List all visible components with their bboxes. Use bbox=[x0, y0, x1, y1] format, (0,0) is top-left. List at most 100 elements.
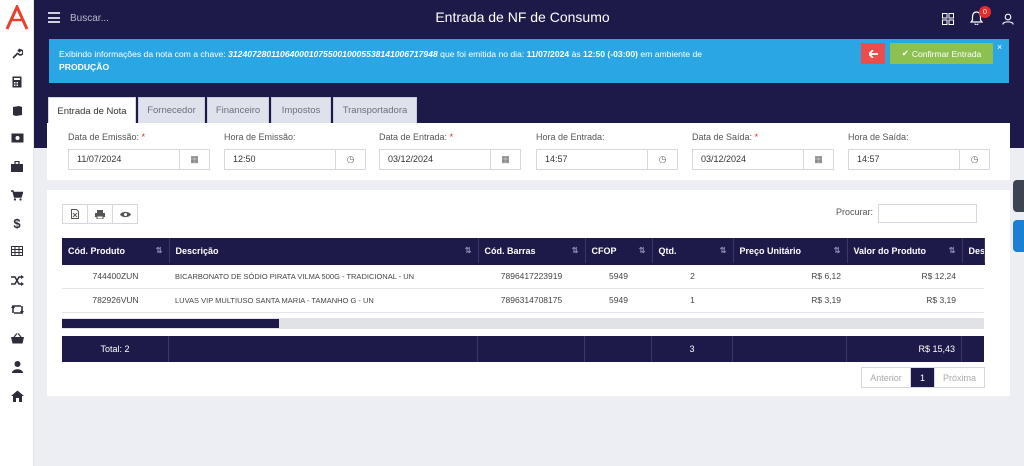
product-code: 782926VUN bbox=[62, 288, 169, 313]
alert-text-2: às bbox=[569, 49, 584, 59]
home-icon[interactable] bbox=[0, 386, 34, 406]
calculator-icon[interactable] bbox=[0, 72, 34, 92]
total-qty: 3 bbox=[652, 336, 733, 362]
logo-icon bbox=[5, 5, 29, 30]
sort-icon: ⇅ bbox=[638, 246, 646, 255]
confirm-entry-button[interactable]: ✔ Confirmar Entrada bbox=[890, 43, 993, 64]
tab-fornecedor[interactable]: Fornecedor bbox=[138, 97, 205, 123]
money-icon[interactable] bbox=[0, 128, 34, 148]
app-logo[interactable] bbox=[0, 0, 34, 36]
back-button[interactable] bbox=[861, 43, 885, 64]
search-label: Procurar: bbox=[836, 207, 874, 217]
field-label: Data de Saída: * bbox=[692, 132, 759, 142]
product-total: R$ 12,24 bbox=[847, 263, 962, 289]
emission-date-input[interactable]: 11/07/2024 ▦ bbox=[68, 149, 210, 170]
info-alert: Exibindo informações da nota com a chave… bbox=[49, 39, 1009, 83]
apps-grid-icon[interactable] bbox=[942, 12, 954, 25]
alert-prefix: Exibindo informações da nota com a chave… bbox=[59, 49, 229, 59]
basket-icon[interactable] bbox=[0, 328, 34, 348]
side-panel-toggle[interactable] bbox=[1013, 180, 1024, 212]
product-qty: 2 bbox=[652, 263, 733, 289]
tab-transportadora[interactable]: Transportadora bbox=[333, 97, 417, 123]
calendar-icon[interactable]: ▦ bbox=[803, 150, 833, 169]
pagination-page[interactable]: 1 bbox=[911, 368, 935, 387]
eye-icon[interactable] bbox=[113, 205, 137, 223]
column-header[interactable]: Qtd. ⇅ bbox=[652, 238, 734, 264]
arrow-left-icon bbox=[868, 49, 878, 58]
shuffle-icon[interactable] bbox=[0, 270, 34, 290]
pagination: Anterior 1 Próxima bbox=[861, 367, 985, 388]
table-row[interactable]: 744400ZUN BICARBONATO DE SÓDIO PIRATA VI… bbox=[62, 263, 984, 289]
pagination-next[interactable]: Próxima bbox=[935, 368, 984, 387]
confirm-entry-label: Confirmar Entrada bbox=[911, 48, 982, 59]
table-header-row: Cód. Produto ⇅ Descrição ⇅ Cód. Barras ⇅ CF… bbox=[62, 238, 985, 264]
book-icon[interactable] bbox=[0, 100, 34, 120]
product-description: LUVAS VIP MULTIUSO SANTA MARIA - TAMANHO… bbox=[169, 288, 478, 313]
table-search-input[interactable] bbox=[878, 204, 977, 223]
alert-text-3: em ambiente de bbox=[637, 49, 702, 59]
cart-icon[interactable] bbox=[0, 185, 34, 205]
field-label: Data de Entrada: * bbox=[379, 132, 454, 142]
product-barcode: 7896314708175 bbox=[478, 288, 585, 313]
column-header[interactable]: Valor do Produto ⇅ bbox=[847, 238, 963, 264]
table-row[interactable]: 782926VUN LUVAS VIP MULTIUSO SANTA MARIA… bbox=[62, 288, 984, 313]
menu-toggle-icon[interactable] bbox=[48, 12, 60, 23]
column-header[interactable]: Cód. Produto ⇅ bbox=[62, 238, 170, 264]
column-header[interactable]: Cód. Barras ⇅ bbox=[478, 238, 586, 264]
totals-row: Total: 2 3 R$ 15,43 bbox=[62, 336, 984, 362]
column-header[interactable]: Des bbox=[962, 238, 985, 264]
tab-financeiro[interactable]: Financeiro bbox=[207, 97, 269, 123]
product-code: 744400ZUN bbox=[62, 263, 169, 289]
alert-message: Exibindo informações da nota com a chave… bbox=[59, 48, 749, 74]
table-icon[interactable] bbox=[0, 241, 34, 261]
clock-icon[interactable]: ◷ bbox=[335, 150, 365, 169]
alert-close-icon[interactable]: × bbox=[997, 42, 1007, 52]
totals-empty-cell bbox=[169, 336, 478, 362]
sort-icon: ⇅ bbox=[155, 246, 163, 255]
wrench-icon[interactable] bbox=[0, 44, 34, 64]
exit-date-input[interactable]: 03/12/2024 ▦ bbox=[692, 149, 834, 170]
top-bar: Entrada de NF de Consumo 0 bbox=[34, 0, 1024, 36]
check-icon: ✔ bbox=[901, 48, 909, 58]
entry-time-input[interactable]: 14:57 ◷ bbox=[536, 149, 678, 170]
emission-time: 12:50 (-03:00) bbox=[583, 49, 638, 59]
product-total: R$ 3,19 bbox=[847, 288, 962, 313]
scrollbar-thumb[interactable] bbox=[62, 319, 279, 328]
column-header[interactable]: Preço Unitário ⇅ bbox=[733, 238, 848, 264]
print-icon[interactable] bbox=[88, 205, 113, 223]
exit-time-input[interactable]: 14:57 ◷ bbox=[848, 149, 990, 170]
search-input[interactable] bbox=[70, 9, 270, 27]
dollar-icon[interactable]: $ bbox=[0, 213, 34, 233]
totals-empty-cell bbox=[733, 336, 847, 362]
calendar-icon[interactable]: ▦ bbox=[179, 150, 209, 169]
briefcase-icon[interactable] bbox=[0, 156, 34, 176]
notification-badge[interactable]: 0 bbox=[979, 6, 991, 18]
column-header[interactable]: CFOP ⇅ bbox=[585, 238, 653, 264]
side-panel-toggle[interactable] bbox=[1013, 220, 1024, 252]
tab-entrada-de-nota[interactable]: Entrada de Nota bbox=[48, 97, 136, 124]
alert-text-1: que foi emitida no dia: bbox=[437, 49, 527, 59]
sort-icon: ⇅ bbox=[833, 246, 841, 255]
totals-empty-cell bbox=[585, 336, 652, 362]
product-discount bbox=[962, 288, 984, 313]
field-label: Hora de Entrada: bbox=[536, 132, 605, 142]
product-cfop: 5949 bbox=[585, 288, 652, 313]
emission-time-input[interactable]: 12:50 ◷ bbox=[224, 149, 366, 170]
retweet-icon[interactable] bbox=[0, 299, 34, 319]
clock-icon[interactable]: ◷ bbox=[647, 150, 677, 169]
tab-impostos[interactable]: Impostos bbox=[271, 97, 331, 123]
user-menu-icon[interactable] bbox=[1002, 12, 1014, 25]
excel-export-icon[interactable] bbox=[63, 205, 88, 223]
clock-icon[interactable]: ◷ bbox=[959, 150, 989, 169]
entry-date-input[interactable]: 03/12/2024 ▦ bbox=[379, 149, 521, 170]
sort-icon: ⇅ bbox=[571, 246, 579, 255]
pagination-prev[interactable]: Anterior bbox=[862, 368, 911, 387]
product-cfop: 5949 bbox=[585, 263, 652, 289]
calendar-icon[interactable]: ▦ bbox=[490, 150, 520, 169]
horizontal-scrollbar[interactable] bbox=[62, 318, 984, 329]
field-label: Hora de Emissão: bbox=[224, 132, 296, 142]
column-header[interactable]: Descrição ⇅ bbox=[169, 238, 479, 264]
user-icon[interactable] bbox=[0, 357, 34, 377]
product-description: BICARBONATO DE SÓDIO PIRATA VILMA 500G -… bbox=[169, 263, 478, 289]
dates-panel: Data de Emissão: * 11/07/2024 ▦ Hora de E… bbox=[47, 123, 1010, 180]
